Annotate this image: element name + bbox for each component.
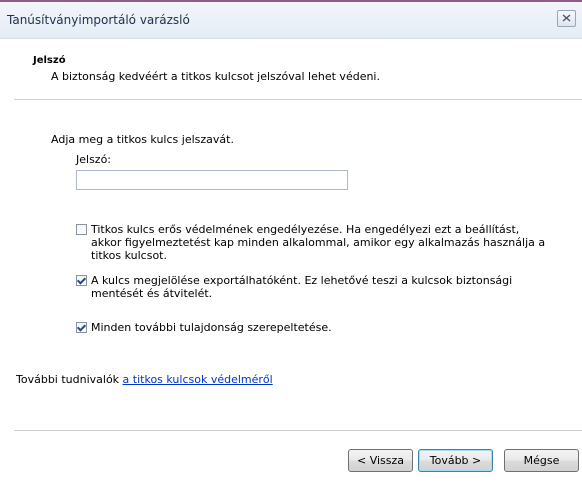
more-info-prefix: További tudnivalók	[16, 373, 123, 386]
cancel-button[interactable]: Mégse	[504, 449, 579, 472]
header-divider	[14, 99, 582, 100]
password-prompt: Adja meg a titkos kulcs jelszavát.	[51, 133, 234, 146]
strong-protection-label: Titkos kulcs erős védelmének engedélyezé…	[91, 223, 546, 262]
exportable-label: A kulcs megjelölése exportálhatóként. Ez…	[91, 274, 513, 300]
strong-protection-checkbox[interactable]	[76, 224, 87, 235]
window-title: Tanúsítványimportáló varázsló	[7, 13, 190, 27]
close-button[interactable]	[557, 10, 576, 27]
exportable-checkbox[interactable]	[76, 275, 87, 286]
page-title: Jelszó	[33, 55, 66, 66]
password-label: Jelszó:	[76, 153, 112, 166]
more-info-text: További tudnivalók a titkos kulcsok véde…	[16, 373, 273, 386]
include-properties-label: Minden további tulajdonság szerepeltetés…	[91, 321, 332, 334]
private-key-protection-link[interactable]: a titkos kulcsok védelméről	[123, 373, 273, 386]
footer-divider	[14, 430, 582, 431]
page-subtitle: A biztonság kedvéért a titkos kulcsot je…	[51, 70, 380, 83]
include-properties-checkbox[interactable]	[76, 322, 87, 333]
title-bar: Tanúsítványimportáló varázsló	[0, 2, 582, 39]
close-icon	[562, 14, 571, 22]
wizard-content: Jelszó A biztonság kedvéért a titkos kul…	[0, 39, 582, 486]
password-input[interactable]	[76, 170, 348, 190]
back-button[interactable]: < Vissza	[348, 449, 413, 472]
next-button[interactable]: Tovább >	[418, 449, 493, 472]
